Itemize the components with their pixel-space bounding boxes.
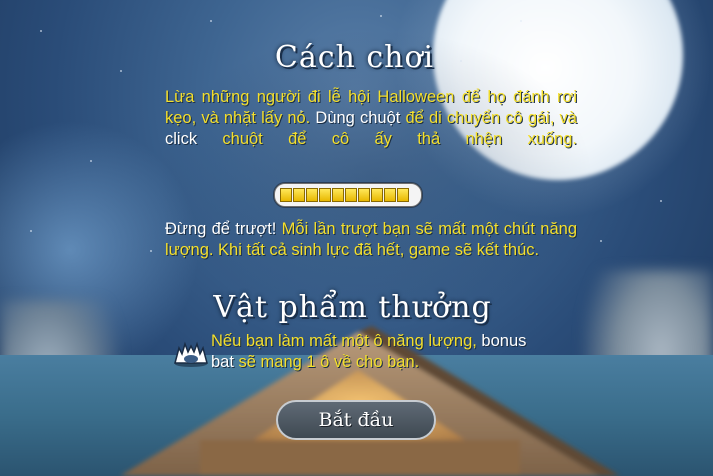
energy-segment [280,188,292,202]
bonus-text: sẽ mang 1 ô về cho bạn. [233,353,420,371]
energy-segment [384,188,396,202]
bonus-title: Vật phẩm thưởng [213,290,492,325]
energy-segments [280,188,409,202]
instruction-text: để di chuyển cô gái, và [400,109,577,127]
instructions-paragraph: Lừa những người đi lễ hội Halloween để h… [165,87,577,171]
instruction-text: click [165,130,198,148]
start-button[interactable]: Bắt đầu [276,400,436,440]
energy-bar [274,183,422,207]
bat-icon [174,341,208,367]
bonus-text: Nếu bạn làm mất một ô năng lượng, [211,332,482,350]
instruction-text: chuột để cô ấy thả nhện xuống. [197,130,577,148]
energy-segment [397,188,409,202]
energy-segment [358,188,370,202]
energy-segment [306,188,318,202]
how-to-play-title: Cách chơi [274,40,435,75]
bonus-description: Nếu bạn làm mất một ô năng lượng, bonus … [211,331,541,373]
energy-segment [345,188,357,202]
warning-text: Đừng để trượt! [165,220,277,238]
energy-segment [371,188,383,202]
instruction-text: Dùng [310,109,360,127]
energy-segment [293,188,305,202]
energy-segment [319,188,331,202]
instruction-text: chuột [359,109,401,127]
warning-paragraph: Đừng để trượt! Mỗi lần trượt bạn sẽ mất … [165,219,577,261]
energy-segment [332,188,344,202]
